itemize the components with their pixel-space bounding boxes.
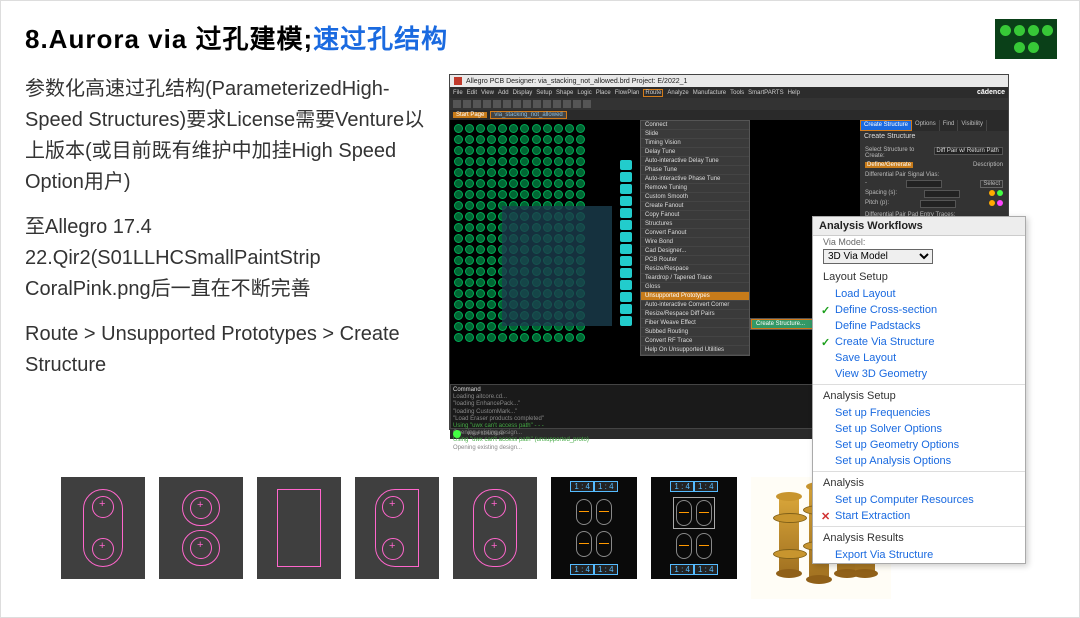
unsupported-prototypes-item: Unsupported Prototypes	[641, 292, 749, 301]
define-padstacks-item[interactable]: Define Padstacks	[813, 318, 1025, 334]
cad-thumb-2	[159, 477, 243, 579]
cyan-via-column	[620, 160, 632, 326]
export-via-structure-item[interactable]: Export Via Structure	[813, 547, 1025, 563]
tab-strip[interactable]: Start Page via_stacking_not_allowed	[450, 110, 1008, 120]
via-thumb-1: 1 : 41 : 4 1 : 41 : 4	[551, 477, 637, 579]
cad-thumb-5	[453, 477, 537, 579]
cad-thumb-3	[257, 477, 341, 579]
thumbnail-row: 1 : 41 : 4 1 : 41 : 4 1 : 41 : 4 1 : 41 …	[61, 477, 891, 599]
component-block	[502, 206, 612, 326]
green-via-logo	[995, 19, 1057, 59]
cadence-logo: cādence	[977, 89, 1005, 96]
window-titlebar: Allegro PCB Designer: via_stacking_not_a…	[450, 75, 1008, 87]
setup-analysis-options-item[interactable]: Set up Analysis Options	[813, 453, 1025, 469]
description-text: 参数化高速过孔结构(ParameterizedHigh-Speed Struct…	[25, 74, 435, 432]
via-model-select[interactable]: 3D Via Model	[823, 249, 933, 264]
workflow-header: Analysis Workflows	[813, 217, 1025, 236]
via-thumb-2: 1 : 41 : 4 1 : 41 : 4	[651, 477, 737, 579]
view-3d-geometry-item[interactable]: View 3D Geometry	[813, 366, 1025, 382]
define-cross-section-item[interactable]: Define Cross-section	[813, 302, 1025, 318]
create-via-structure-item[interactable]: Create Via Structure	[813, 334, 1025, 350]
menubar[interactable]: FileEditView AddDisplaySetup ShapeLogicP…	[450, 87, 1008, 98]
cad-thumb-1	[61, 477, 145, 579]
save-layout-item[interactable]: Save Layout	[813, 350, 1025, 366]
app-icon	[454, 77, 462, 85]
setup-solver-options-item[interactable]: Set up Solver Options	[813, 421, 1025, 437]
canvas[interactable]: ConnectSlide Timing VisionDelay Tune Aut…	[450, 120, 860, 384]
route-dropdown[interactable]: ConnectSlide Timing VisionDelay Tune Aut…	[640, 120, 750, 356]
cad-thumb-4	[355, 477, 439, 579]
start-extraction-item[interactable]: Start Extraction	[813, 508, 1025, 524]
command-panel: Command Loading aitcore.cd... "loading E…	[450, 384, 860, 429]
toolbar[interactable]	[450, 98, 1008, 110]
setup-geometry-options-item[interactable]: Set up Geometry Options	[813, 437, 1025, 453]
load-layout-item[interactable]: Load Layout	[813, 286, 1025, 302]
analysis-workflows-panel[interactable]: Analysis Workflows Via Model: 3D Via Mod…	[812, 216, 1026, 564]
route-menu-label: Route	[643, 89, 663, 97]
page-title: 8.Aurora via 过孔建模;速过孔结构	[25, 19, 1055, 56]
setup-computer-resources-item[interactable]: Set up Computer Resources	[813, 492, 1025, 508]
setup-frequencies-item[interactable]: Set up Frequencies	[813, 405, 1025, 421]
